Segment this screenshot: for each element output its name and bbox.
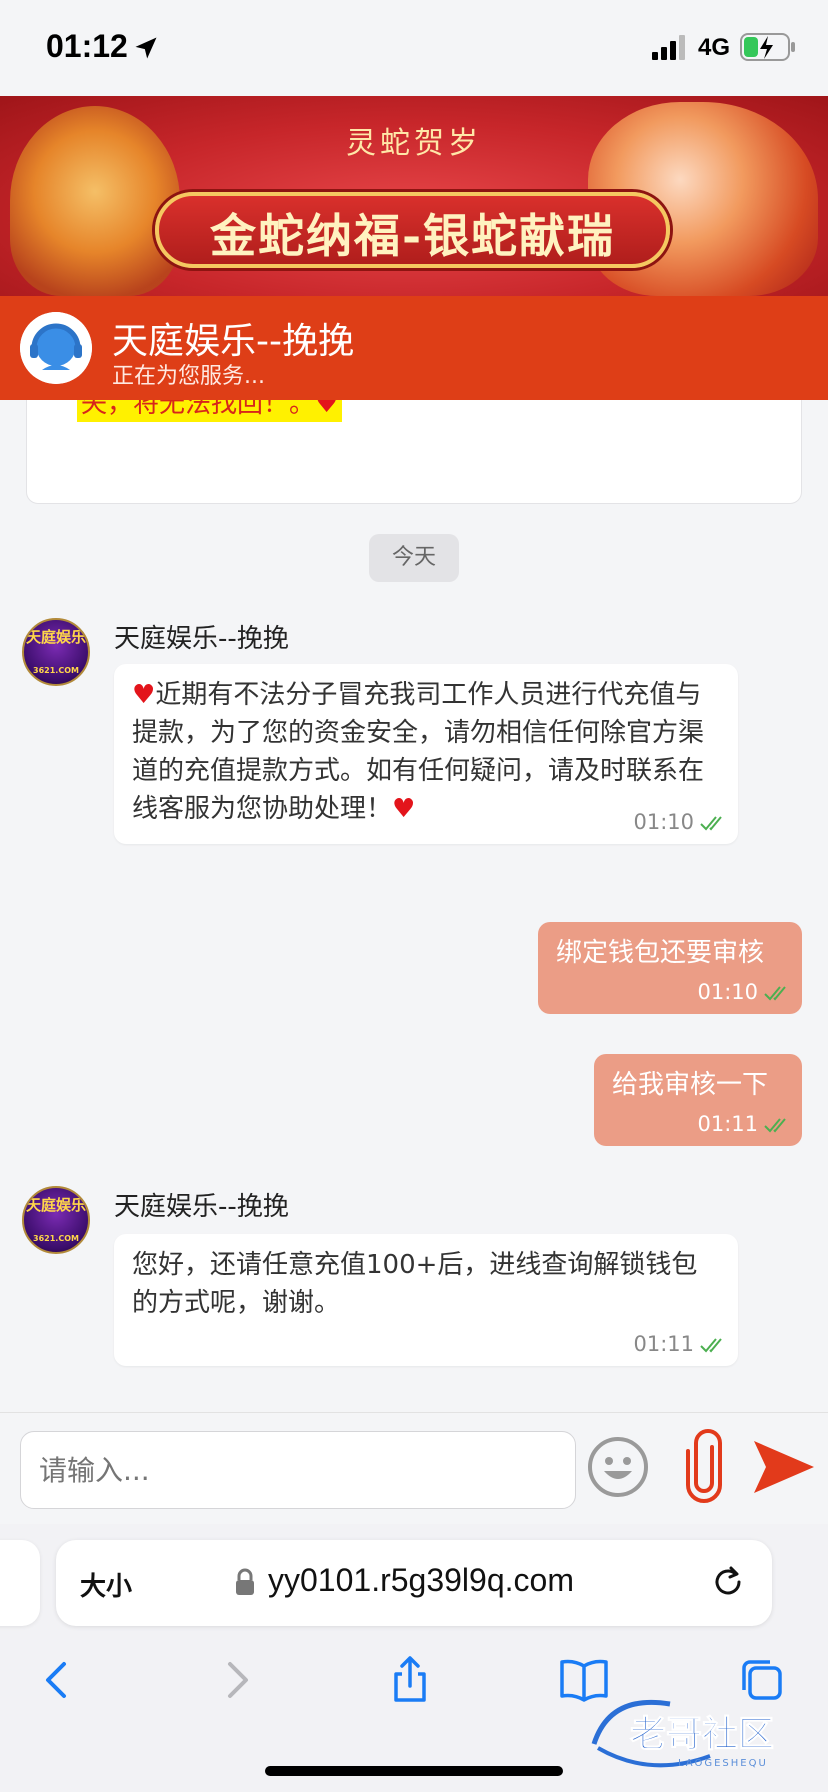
agent-name: 天庭娱乐--挽挽 [112,321,354,362]
heart-icon: ♥ [132,680,156,710]
avatar-logo-sub: 3621.COM [33,1234,79,1243]
back-icon[interactable] [32,1654,84,1706]
signal-icon [652,35,685,60]
message-time: 01:10 [697,980,758,1004]
sender-name: 天庭娱乐--挽挽 [114,624,289,654]
share-icon[interactable] [384,1654,436,1706]
avatar-logo-text: 天庭娱乐 [25,1196,86,1214]
message-text: 绑定钱包还要审核 [556,938,765,968]
status-time: 01:12 [46,28,128,64]
message-time: 01:10 [633,810,694,834]
location-arrow-icon [135,37,157,59]
message-bubble-incoming[interactable]: ♥近期有不法分子冒充我司工作人员进行代充值与提款，为了您的资金安全，请勿相信任何… [114,664,738,844]
read-ticks-icon [764,986,786,1001]
heart-icon: ♥ [315,400,339,419]
read-ticks-icon [700,816,722,831]
message-bubble-outgoing[interactable]: 给我审核一下 01:11 [594,1054,802,1146]
battery-charging-icon [740,33,795,61]
attachment-paperclip-icon[interactable] [680,1429,728,1505]
message-input-bar [0,1412,828,1524]
url-text: yy0101.r5g39l9q.com [268,1562,574,1598]
svg-text:老哥社区: 老哥社区 [630,1714,774,1755]
heart-icon: ♥ [392,794,416,824]
avatar-logo-sub: 3621.COM [33,666,79,675]
message-bubble-outgoing[interactable]: 绑定钱包还要审核 01:10 [538,922,802,1014]
home-indicator [265,1766,563,1776]
notice-card: 失，将无法找回！。♥ [26,400,802,504]
lock-icon [236,1568,254,1595]
browser-toolbar: 大小 yy0101.r5g39l9q.com 老哥社区 LAOGESHEQU [0,1524,828,1792]
message-time: 01:11 [697,1112,758,1136]
reload-icon[interactable] [710,1564,746,1600]
read-ticks-icon [764,1118,786,1133]
chat-header: 天庭娱乐--挽挽 正在为您服务... [0,296,828,400]
laoge-watermark-logo: 老哥社区 LAOGESHEQU [591,1699,775,1769]
previous-tab-peek[interactable] [0,1540,40,1626]
day-separator: 今天 [369,534,459,582]
message-text: 给我审核一下 [612,1070,769,1100]
status-bar: 01:12 4G [0,0,828,96]
svg-text:LAOGESHEQU: LAOGESHEQU [678,1758,768,1769]
sender-name: 天庭娱乐--挽挽 [114,1192,289,1222]
banner-title: 金蛇纳福-银蛇献瑞 [209,209,616,263]
message-bubble-incoming[interactable]: 您好，还请任意充值100+后，进线查询解锁钱包的方式呢，谢谢。 01:11 [114,1234,738,1366]
banner-subtitle: 灵蛇贺岁 [346,126,482,161]
message-text: 您好，还请任意充值100+后，进线查询解锁钱包的方式呢，谢谢。 [132,1250,698,1318]
read-ticks-icon [700,1338,722,1353]
sender-avatar[interactable]: 天庭娱乐 3621.COM [22,1186,90,1254]
notice-text: 失，将无法找回！。♥ [77,400,343,422]
sender-avatar[interactable]: 天庭娱乐 3621.COM [22,618,90,686]
agent-headset-icon [20,312,92,384]
text-size-button[interactable]: 大小 [80,1566,132,1603]
send-icon[interactable] [752,1439,816,1495]
message-time: 01:11 [633,1332,694,1356]
forward-icon[interactable] [210,1654,262,1706]
chat-messages[interactable]: 失，将无法找回！。♥ 今天 天庭娱乐 3621.COM 天庭娱乐--挽挽 ♥近期… [0,400,828,1412]
agent-status: 正在为您服务... [112,364,265,389]
address-bar[interactable]: 大小 yy0101.r5g39l9q.com [56,1540,772,1626]
message-text: ♥近期有不法分子冒充我司工作人员进行代充值与提款，为了您的资金安全，请勿相信任何… [132,676,720,828]
network-type: 4G [698,34,731,61]
avatar-logo-text: 天庭娱乐 [25,628,86,646]
promo-banner[interactable]: 灵蛇贺岁 金蛇纳福-银蛇献瑞 [0,96,828,296]
emoji-icon[interactable] [586,1435,650,1499]
message-input[interactable] [20,1431,576,1509]
